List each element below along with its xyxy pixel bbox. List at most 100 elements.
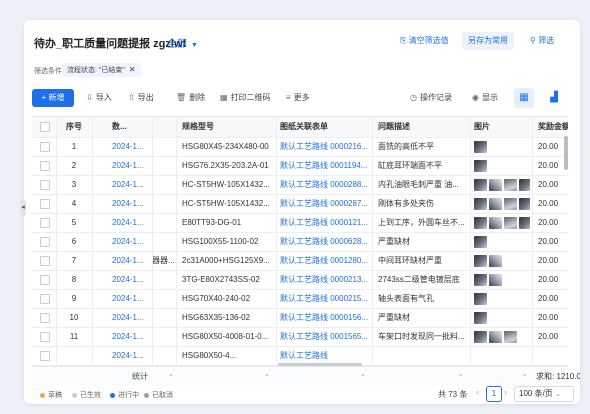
filter-tag[interactable]: 流程状态: "已结束" ✕ [62,63,141,77]
column-header-date[interactable]: 数... [112,117,150,137]
row-checkbox[interactable] [32,289,54,308]
image-thumbnail[interactable] [474,273,487,286]
column-header-amount[interactable]: 奖励金额 [538,117,568,137]
row-drawing-link[interactable]: 默认工艺路线 0001194... [280,156,370,175]
row-date-link[interactable]: 2024-1... [112,308,150,327]
clear-filter-button[interactable]: ⎘ 清空筛选值 [394,32,455,50]
more-button[interactable]: ≡ 更多 [286,90,310,106]
row-date-link[interactable]: 2024-1... [112,289,150,308]
row-date-link[interactable]: 2024-1... [112,346,150,365]
table-row[interactable]: 6 2024-1... HSG100X55-1100-02 默认工艺路线 000062… [32,232,568,252]
image-thumbnail[interactable] [474,292,487,305]
table-row[interactable]: 3 2024-1... HC-ST5HW-105X1432... 默认工艺路线 000… [32,175,568,195]
row-checkbox[interactable] [32,137,54,156]
row-checkbox[interactable] [32,327,54,346]
row-date-link[interactable]: 2024-1... [112,251,150,270]
image-thumbnail[interactable] [489,254,502,267]
column-header-image[interactable]: 图片 [474,117,530,137]
image-thumbnail[interactable] [519,178,530,191]
image-thumbnail[interactable] [474,235,487,248]
table-row[interactable]: 9 2024-1... HSG70X40-240-02 默认工艺路线 0000215.… [32,289,568,309]
row-drawing-link[interactable]: 默认工艺路线 0000213... [280,270,370,289]
grid-view-icon[interactable]: ▦ [514,88,534,108]
row-checkbox[interactable] [32,308,54,327]
operation-log-button[interactable]: ◷ 操作记录 [410,90,452,106]
prev-page-icon[interactable]: ‹ [476,387,479,397]
vertical-scrollbar[interactable] [564,136,568,170]
image-thumbnail[interactable] [474,254,487,267]
import-button[interactable]: ⇩ 导入 [86,90,112,106]
row-date-link[interactable]: 2024-1... [112,270,150,289]
row-date-link[interactable]: 2024-1... [112,156,150,175]
column-header-spec[interactable]: 规格型号 [182,117,272,137]
table-row[interactable]: 8 2024-1... 3TG-E80X2743SS-02 默认工艺路线 000021… [32,270,568,290]
image-thumbnail[interactable] [489,178,502,191]
row-drawing-link[interactable]: 默认工艺路线 0001280... [280,251,370,270]
collapse-handle-icon[interactable]: ◂ [20,200,26,216]
row-date-link[interactable]: 2024-1... [112,213,150,232]
export-button[interactable]: ⇧ 导出 [128,90,154,106]
row-date-link[interactable]: 2024-1... [112,175,150,194]
row-drawing-link[interactable]: 默认工艺路线 0000288... [280,175,370,194]
image-thumbnail[interactable] [489,273,502,286]
image-thumbnail[interactable] [474,159,487,172]
row-checkbox[interactable] [32,232,54,251]
display-button[interactable]: ◉ 显示 [472,90,498,106]
filter-button[interactable]: ⚲ 筛选 [524,32,560,50]
table-row[interactable]: 7 2024-1... 器器... 2c31A000+HSG125X9... 默认工艺路… [32,251,568,271]
column-header-description[interactable]: 问题描述 [378,117,468,137]
chevron-down-icon[interactable]: ⌄ [522,370,528,378]
chart-view-icon[interactable]: ▟ [544,88,564,108]
row-checkbox[interactable] [32,175,54,194]
row-drawing-link[interactable]: 默认工艺路线 0000121... [280,213,370,232]
row-drawing-link[interactable]: 默认工艺路线 0000287... [280,194,370,213]
table-row[interactable]: 4 2024-1... HC-ST5HW-105X1432... 默认工艺路线 000… [32,194,568,214]
table-row[interactable]: 5 2024-1... E80TT93-DG-01 默认工艺路线 0000121...… [32,213,568,233]
select-all-checkbox[interactable] [32,117,54,137]
row-checkbox[interactable] [32,156,54,175]
image-thumbnail[interactable] [504,330,517,343]
image-thumbnail[interactable] [474,311,487,324]
table-row[interactable]: 10 2024-1... HSG63X35-136-02 默认工艺路线 0000156… [32,308,568,328]
print-qr-button[interactable]: ▦ 打印二维码 [220,90,271,106]
table-row[interactable]: 1 2024-1... HSG80X45-234X480-00 默认工艺路线 0000… [32,137,568,157]
chevron-down-icon[interactable]: ⌄ [168,370,174,378]
row-date-link[interactable]: 2024-1... [112,327,150,346]
image-thumbnail[interactable] [474,197,487,210]
save-as-common-button[interactable]: 另存为常用 [462,32,514,50]
row-drawing-link[interactable]: 默认工艺路线 0000216... [280,137,370,156]
next-page-icon[interactable]: › [504,387,507,397]
image-thumbnail[interactable] [489,330,502,343]
image-thumbnail[interactable] [474,330,487,343]
chevron-down-icon[interactable]: ⌄ [264,370,270,378]
row-checkbox[interactable] [32,213,54,232]
table-row[interactable]: 11 2024-1... HSG80X50-4008-01-0... 默认工艺路线 0… [32,327,568,347]
row-drawing-link[interactable]: 默认工艺路线 0000156... [280,308,370,327]
image-thumbnail[interactable] [474,178,487,191]
row-checkbox[interactable] [32,346,54,365]
image-thumbnail[interactable] [474,216,487,229]
close-icon[interactable]: ✕ [129,65,136,74]
new-button[interactable]: + 新增 [32,89,74,107]
column-header-drawing-link[interactable]: 图纸关联表单 [280,117,370,137]
chevron-down-icon[interactable]: ⌄ [458,370,464,378]
row-date-link[interactable]: 2024-1... [112,194,150,213]
row-drawing-link[interactable]: 默认工艺路线 0001565... [280,327,370,346]
row-drawing-link[interactable]: 默认工艺路线 0000215... [280,289,370,308]
scope-dropdown[interactable]: 全部 ▼ [167,35,198,50]
image-thumbnail[interactable] [504,178,517,191]
page-size-select[interactable]: 100 条/页 ⌄ [514,386,574,402]
image-thumbnail[interactable] [474,140,487,153]
row-checkbox[interactable] [32,270,54,289]
image-thumbnail[interactable] [519,216,530,229]
chevron-down-icon[interactable]: ⌄ [360,370,366,378]
row-date-link[interactable]: 2024-1... [112,232,150,251]
column-header-no[interactable]: 序号 [60,117,88,137]
column-divider[interactable] [152,117,153,369]
table-row[interactable]: 2 2024-1... HSG76.2X35-203.2A-01 默认工艺路线 000… [32,156,568,176]
row-drawing-link[interactable]: 默认工艺路线 0000628... [280,232,370,251]
row-date-link[interactable]: 2024-1... [112,137,150,156]
delete-button[interactable]: 🗑 删除 [176,90,205,106]
current-page[interactable]: 1 [486,386,502,402]
image-thumbnail[interactable] [519,197,530,210]
